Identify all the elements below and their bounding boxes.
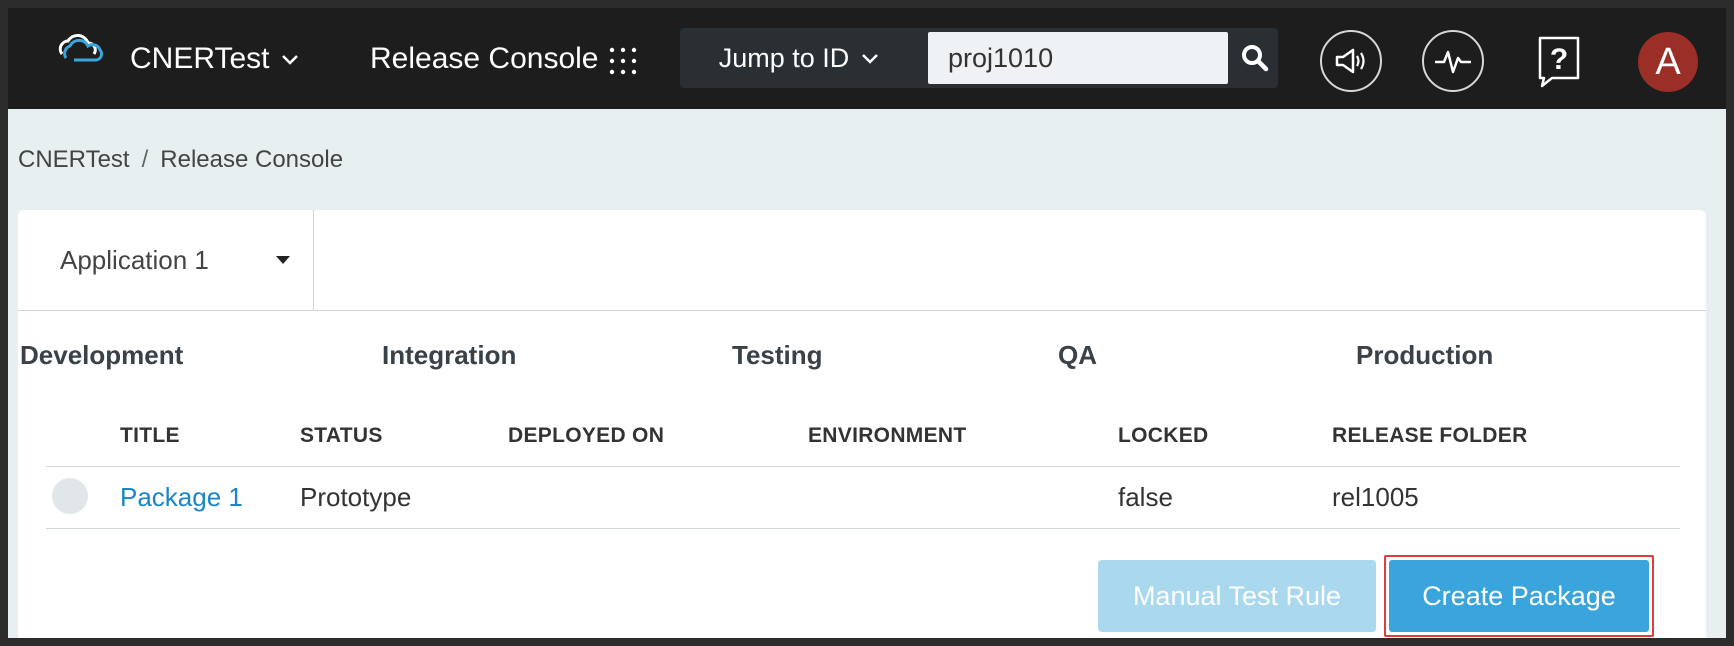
breadcrumb-separator: / bbox=[141, 146, 149, 173]
tab-testing[interactable]: Testing bbox=[732, 340, 823, 371]
cloud-logo-icon bbox=[58, 34, 104, 62]
manual-test-rule-button[interactable]: Manual Test Rule bbox=[1098, 560, 1376, 632]
package-status: Prototype bbox=[300, 482, 412, 512]
row-select-radio[interactable] bbox=[52, 478, 88, 514]
column-header-deployed-on: DEPLOYED ON bbox=[508, 424, 665, 447]
breadcrumb-item-release-console: Release Console bbox=[160, 146, 344, 173]
create-package-button[interactable]: Create Package bbox=[1389, 560, 1649, 632]
column-header-release-folder: RELEASE FOLDER bbox=[1332, 424, 1528, 447]
package-release-folder: rel1005 bbox=[1332, 482, 1419, 512]
jump-to-id-input[interactable] bbox=[928, 32, 1228, 84]
column-header-locked: LOCKED bbox=[1118, 424, 1209, 447]
help-icon[interactable]: ? bbox=[1532, 34, 1586, 88]
search-button[interactable] bbox=[1232, 32, 1278, 84]
console-title: Release Console bbox=[370, 42, 599, 75]
project-name: CNERTest bbox=[130, 42, 270, 75]
table-row-divider bbox=[46, 528, 1680, 529]
tab-development[interactable]: Development bbox=[20, 340, 183, 371]
application-dropdown[interactable]: Application 1 bbox=[18, 210, 314, 310]
activity-pulse-icon bbox=[1435, 50, 1471, 74]
chevron-down-icon bbox=[862, 54, 879, 64]
app-grid-icon[interactable] bbox=[608, 46, 638, 76]
table-header-divider bbox=[46, 466, 1680, 467]
jump-to-id-dropdown[interactable]: Jump to ID bbox=[680, 28, 920, 88]
tab-integration[interactable]: Integration bbox=[382, 340, 516, 371]
column-header-title: TITLE bbox=[120, 424, 180, 447]
project-switcher[interactable]: CNERTest bbox=[130, 42, 301, 76]
application-dropdown-value: Application 1 bbox=[60, 244, 209, 275]
app-frame: CNERTest Release Console Jump to ID proj… bbox=[8, 8, 1726, 638]
chevron-down-icon bbox=[282, 55, 299, 65]
search-icon bbox=[1242, 45, 1269, 72]
user-avatar[interactable]: A bbox=[1638, 32, 1698, 92]
jump-to-id-bar: Jump to ID bbox=[680, 28, 1278, 88]
create-package-highlight: Create Package bbox=[1384, 555, 1654, 637]
jump-to-id-label: Jump to ID bbox=[718, 42, 850, 73]
svg-text:?: ? bbox=[1550, 43, 1568, 76]
column-header-environment: ENVIRONMENT bbox=[808, 424, 967, 447]
breadcrumb: CNERTest / Release Console bbox=[18, 146, 343, 174]
column-header-status: STATUS bbox=[300, 424, 383, 447]
release-panel: Application 1 Development Integration Te… bbox=[18, 210, 1706, 638]
package-title-link[interactable]: Package 1 bbox=[120, 482, 243, 513]
megaphone-icon bbox=[1335, 48, 1365, 74]
breadcrumb-item-project[interactable]: CNERTest bbox=[18, 146, 130, 174]
tab-qa[interactable]: QA bbox=[1058, 340, 1097, 371]
activity-button[interactable] bbox=[1422, 30, 1484, 92]
tab-production[interactable]: Production bbox=[1356, 340, 1493, 371]
announcements-button[interactable] bbox=[1320, 30, 1382, 92]
panel-divider bbox=[18, 310, 1706, 311]
package-locked: false bbox=[1118, 482, 1173, 512]
top-navigation-bar: CNERTest Release Console Jump to ID proj… bbox=[8, 8, 1726, 109]
caret-down-icon bbox=[276, 256, 290, 264]
